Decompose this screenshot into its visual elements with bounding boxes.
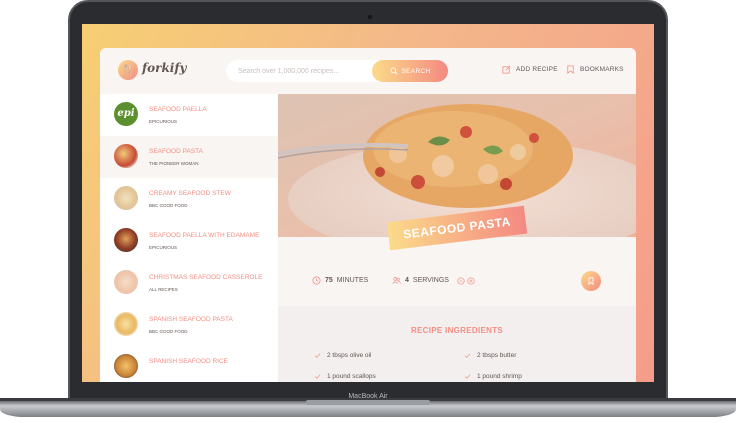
search-results: epi SEAFOOD PAELLA EPICURIOUS SEAFOOD PA…: [100, 94, 278, 382]
result-thumbnail: [114, 270, 138, 294]
result-title: SEAFOOD PAELLA: [149, 106, 207, 113]
result-thumbnail: [114, 312, 138, 336]
search-icon: [390, 67, 398, 75]
logo-text[interactable]: forkify: [142, 61, 187, 75]
result-title: SEAFOOD PASTA: [149, 148, 203, 155]
bookmark-icon: [588, 277, 594, 285]
result-thumbnail: [114, 354, 138, 378]
edit-icon: [502, 65, 511, 74]
result-item[interactable]: SPANISH SEAFOOD RICE: [100, 346, 278, 382]
ingredient-text: 1 pound shrimp: [477, 373, 522, 380]
bookmark-recipe-button[interactable]: [581, 271, 601, 291]
servings: 4 SERVINGS: [392, 276, 475, 285]
result-item[interactable]: epi SEAFOOD PAELLA EPICURIOUS: [100, 94, 278, 136]
ingredient-item: 1 pound shrimp: [464, 373, 522, 380]
clock-icon: [312, 276, 321, 285]
check-icon: [464, 374, 471, 379]
servings-label: SERVINGS: [412, 277, 449, 284]
bookmarks-button[interactable]: BOOKMARKS: [566, 65, 624, 74]
result-publisher: BBC GOOD FOOD: [149, 329, 188, 334]
forkify-app: 🍴 forkify SEARCH ADD RECIPE BOOKMARKS ep…: [100, 48, 636, 382]
result-title: SPANISH SEAFOOD RICE: [149, 358, 228, 365]
result-publisher: EPICURIOUS: [149, 119, 178, 124]
result-publisher: EPICURIOUS: [149, 245, 178, 250]
result-thumbnail: [114, 144, 138, 168]
recipe-view: SEAFOOD PASTA 75 MINUTES 4 SERVINGS RECI…: [278, 94, 636, 382]
result-title: SPANISH SEAFOOD PASTA: [149, 316, 233, 323]
result-item[interactable]: SEAFOOD PAELLA WITH EDAMAME EPICURIOUS: [100, 220, 278, 262]
result-title: SEAFOOD PAELLA WITH EDAMAME: [149, 232, 260, 239]
add-recipe-label: ADD RECIPE: [516, 66, 558, 73]
recipe-ingredients: RECIPE INGREDIENTS 2 tbsps olive oil 2 t…: [278, 306, 636, 382]
result-title: CREAMY SEAFOOD STEW: [149, 190, 231, 197]
minutes-value: 75: [325, 277, 333, 284]
ingredient-item: 1 pound scallops: [314, 373, 376, 380]
search-input[interactable]: [238, 60, 368, 82]
plus-circle-icon[interactable]: [467, 276, 475, 285]
add-recipe-button[interactable]: ADD RECIPE: [502, 65, 558, 74]
search-form: SEARCH: [226, 60, 448, 82]
result-thumbnail: [114, 186, 138, 210]
check-icon: [314, 374, 321, 379]
result-item[interactable]: CREAMY SEAFOOD STEW BBC GOOD FOOD: [100, 178, 278, 220]
bookmarks-label: BOOKMARKS: [580, 66, 624, 73]
ingredient-text: 2 tbsps butter: [477, 352, 517, 359]
result-item-active[interactable]: SEAFOOD PASTA THE PIONEER WOMAN: [100, 136, 278, 178]
check-icon: [464, 353, 471, 358]
result-thumbnail: epi: [114, 102, 138, 126]
users-icon: [392, 277, 401, 284]
screen: 🍴 forkify SEARCH ADD RECIPE BOOKMARKS ep…: [82, 24, 654, 382]
result-title: CHRISTMAS SEAFOOD CASSEROLE: [149, 274, 263, 281]
ingredient-item: 2 tbsps butter: [464, 352, 516, 359]
ingredient-item: 2 tbsps olive oil: [314, 352, 371, 359]
servings-value: 4: [405, 277, 409, 284]
minutes-label: MINUTES: [336, 277, 369, 284]
result-publisher: THE PIONEER WOMAN: [149, 161, 199, 166]
ingredient-text: 1 pound scallops: [327, 373, 376, 380]
bookmark-icon: [567, 65, 574, 74]
device-label: MacBook Air: [348, 393, 388, 400]
result-item[interactable]: CHRISTMAS SEAFOOD CASSEROLE ALL RECIPES: [100, 262, 278, 304]
logo-icon[interactable]: 🍴: [118, 60, 138, 80]
result-item[interactable]: SPANISH SEAFOOD PASTA BBC GOOD FOOD: [100, 304, 278, 346]
minus-circle-icon[interactable]: [457, 276, 465, 285]
result-thumbnail: [114, 228, 138, 252]
result-publisher: ALL RECIPES: [149, 287, 178, 292]
search-button[interactable]: SEARCH: [372, 60, 448, 82]
result-publisher: BBC GOOD FOOD: [149, 203, 188, 208]
header: 🍴 forkify SEARCH ADD RECIPE BOOKMARKS: [100, 48, 636, 94]
servings-controls: [457, 276, 475, 285]
check-icon: [314, 353, 321, 358]
recipe-details: 75 MINUTES 4 SERVINGS: [278, 269, 636, 293]
ingredient-text: 2 tbsps olive oil: [327, 352, 372, 359]
search-button-label: SEARCH: [401, 67, 431, 75]
cooking-time: 75 MINUTES: [312, 276, 368, 285]
camera-dot: [368, 15, 372, 19]
ingredients-heading: RECIPE INGREDIENTS: [410, 326, 504, 335]
